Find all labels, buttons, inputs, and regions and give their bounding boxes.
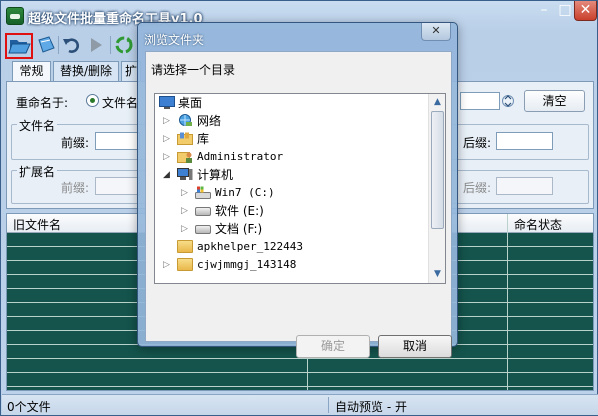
open-file-button[interactable] (35, 34, 59, 56)
expand-arrow-icon[interactable]: ▷ (163, 148, 173, 166)
dialog-title: 浏览文件夹 (144, 33, 205, 47)
library-icon (177, 132, 193, 145)
filename-prefix-label: 前缀: (61, 136, 90, 150)
minimize-button[interactable]: – (533, 1, 555, 21)
dialog-body: 请选择一个目录 桌面 ▷ 网络 ▷ 库 ▷ Administrator ◢ 计算… (145, 51, 452, 358)
spin-control[interactable] (502, 92, 514, 110)
rename-target-label: 重命名于: (16, 96, 69, 110)
scroll-up-icon[interactable]: ▲ (429, 94, 445, 111)
preview-status: 自动预览 - 开 (335, 400, 407, 414)
desktop-icon (159, 96, 175, 109)
status-bar: 0个文件 自动预览 - 开 (2, 394, 598, 415)
expand-arrow-icon[interactable]: ▷ (181, 220, 191, 238)
filename-prefix-input[interactable] (95, 132, 140, 150)
rename-value-field[interactable] (460, 92, 500, 110)
ok-button[interactable]: 确定 (296, 335, 370, 358)
expand-arrow-icon[interactable]: ▷ (181, 202, 191, 220)
undo-button[interactable] (61, 34, 85, 56)
dialog-close-button[interactable]: ✕ (421, 23, 451, 41)
file-icon (38, 36, 55, 53)
column-header-status[interactable]: 命名状态 (514, 216, 562, 233)
scroll-down-icon[interactable]: ▼ (429, 266, 445, 283)
computer-icon (177, 168, 193, 180)
tab-replace-delete[interactable]: 替换/删除 (53, 61, 119, 81)
recycle-icon (115, 36, 133, 54)
expand-arrow-icon[interactable]: ▷ (163, 256, 173, 274)
dialog-prompt: 请选择一个目录 (151, 63, 236, 77)
scroll-thumb[interactable] (431, 111, 444, 229)
filename-radio[interactable] (86, 94, 99, 107)
app-icon (6, 7, 24, 25)
browse-folder-dialog: 浏览文件夹 ✕ 请选择一个目录 桌面 ▷ 网络 ▷ 库 ▷ Administra… (137, 22, 458, 358)
expand-arrow-icon[interactable]: ▷ (163, 112, 173, 130)
expand-arrow-icon[interactable]: ▷ (181, 184, 191, 202)
undo-icon (63, 38, 80, 53)
column-line (507, 214, 508, 390)
folder-icon (177, 240, 193, 253)
column-header-old-name[interactable]: 旧文件名 (13, 216, 61, 233)
extension-group-title: 扩展名 (17, 163, 58, 180)
toolbar-separator (58, 36, 59, 54)
tree-vertical-scrollbar[interactable]: ▲ ▼ (428, 94, 445, 283)
folder-tree[interactable]: 桌面 ▷ 网络 ▷ 库 ▷ Administrator ◢ 计算机 ▷ Win7… (154, 93, 446, 284)
toolbar-separator (110, 36, 111, 54)
system-drive-icon (195, 186, 211, 199)
extension-suffix-label: 后缀: (463, 181, 492, 195)
close-button[interactable]: ✕ (574, 1, 597, 21)
folder-icon (177, 258, 193, 271)
collapse-arrow-icon[interactable]: ◢ (163, 166, 173, 184)
filename-suffix-label: 后缀: (463, 136, 492, 150)
user-folder-icon (177, 152, 192, 163)
status-separator (328, 397, 329, 413)
extension-suffix-input[interactable] (496, 177, 553, 195)
drive-icon (195, 225, 211, 234)
expand-arrow-icon[interactable]: ▷ (163, 130, 173, 148)
tree-horizontal-scrollbar[interactable] (155, 283, 446, 284)
maximize-button[interactable]: □ (554, 1, 576, 21)
open-folder-icon (8, 40, 31, 54)
network-icon (179, 114, 192, 126)
filename-radio-label: 文件名 (102, 96, 139, 110)
spin-updown-icon (502, 95, 514, 107)
run-button[interactable] (85, 34, 109, 56)
tab-general[interactable]: 常规 (12, 61, 51, 82)
cancel-button[interactable]: 取消 (378, 335, 452, 358)
extension-prefix-label: 前缀: (61, 181, 90, 195)
extension-prefix-input[interactable] (95, 177, 140, 195)
filename-suffix-input[interactable] (496, 132, 553, 150)
open-folder-button[interactable] (5, 33, 33, 59)
filename-group-title: 文件名 (17, 117, 58, 134)
file-count-status: 0个文件 (7, 400, 51, 414)
play-icon (91, 38, 102, 52)
clear-button[interactable]: 清空 (524, 90, 585, 112)
drive-icon (195, 207, 211, 216)
recycle-button[interactable] (113, 34, 137, 56)
